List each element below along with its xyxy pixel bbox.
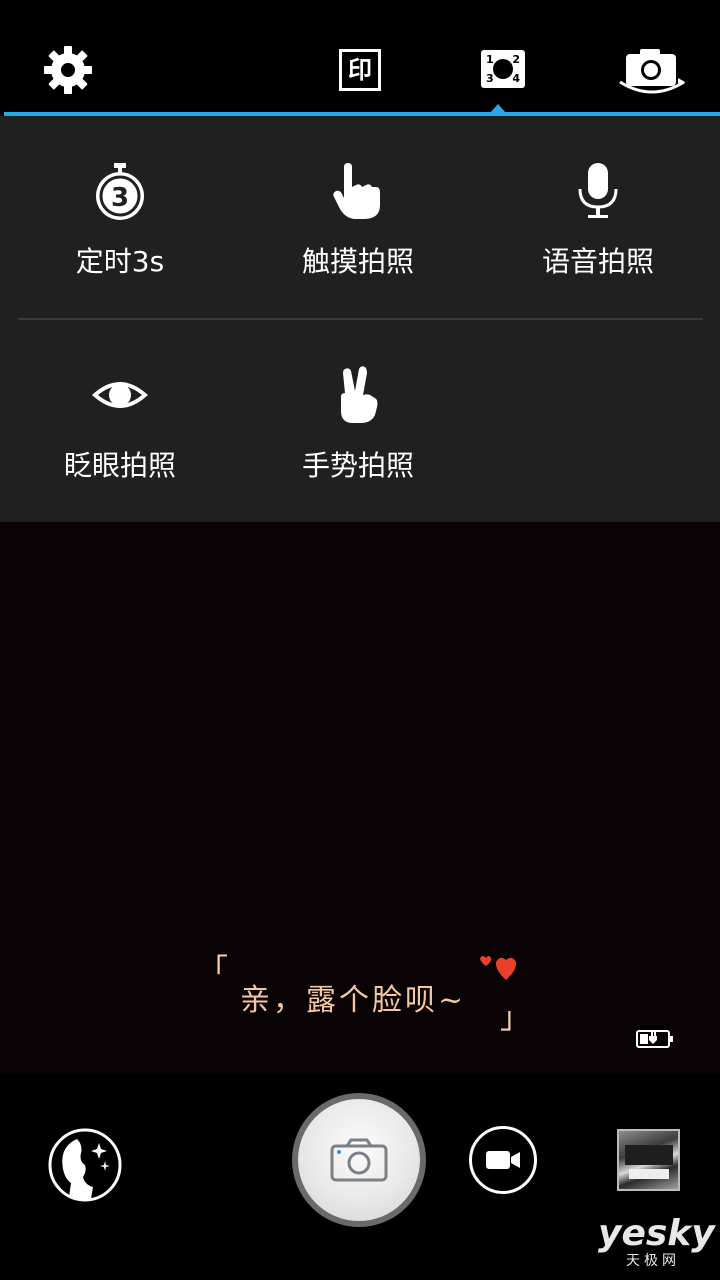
top-toolbar: 印 1 2 3 4 bbox=[0, 0, 720, 113]
heart-icon bbox=[480, 956, 517, 980]
timer-icon: 3 bbox=[96, 163, 144, 220]
switch-camera-button[interactable] bbox=[616, 42, 688, 98]
grid-number-4: 4 bbox=[512, 72, 520, 85]
touch-icon bbox=[333, 163, 380, 219]
watermark-main: yesky bbox=[598, 1213, 715, 1254]
mode-label-blink: 眨眼拍照 bbox=[63, 449, 176, 482]
eye-icon bbox=[92, 382, 148, 408]
mode-timer-3s[interactable]: 3 定时3s bbox=[20, 156, 220, 306]
microphone-icon-wrap bbox=[498, 156, 698, 226]
hint-bracket-right: 」 bbox=[500, 1001, 530, 1036]
grid-number-1: 1 bbox=[486, 53, 494, 66]
camera-switch-icon bbox=[619, 49, 685, 94]
microphone-icon bbox=[578, 163, 618, 218]
multi-shot-button[interactable]: 1 2 3 4 bbox=[478, 46, 528, 92]
victory-hand-icon-wrap bbox=[258, 360, 458, 430]
shutter-face bbox=[298, 1099, 420, 1221]
eye-icon-wrap bbox=[20, 360, 220, 430]
beauty-mode-button[interactable] bbox=[47, 1127, 123, 1203]
watermark-sub: 天极网 bbox=[626, 1253, 680, 1269]
hint-bracket-left: 「 bbox=[198, 953, 228, 988]
battery-charging-icon bbox=[636, 1030, 673, 1048]
mode-label-voice: 语音拍照 bbox=[541, 245, 654, 278]
mode-blink-shot[interactable]: 眨眼拍照 bbox=[20, 360, 220, 510]
mode-label-gesture: 手势拍照 bbox=[301, 449, 414, 482]
camera-icon bbox=[330, 1138, 388, 1182]
mode-divider bbox=[18, 318, 703, 320]
grid-number-2: 2 bbox=[512, 53, 520, 66]
mode-label-touch: 触摸拍照 bbox=[301, 245, 414, 278]
mode-voice-shot[interactable]: 语音拍照 bbox=[498, 156, 698, 306]
mode-label-timer: 定时3s bbox=[75, 245, 165, 278]
shutter-button[interactable] bbox=[292, 1093, 426, 1227]
victory-hand-icon bbox=[341, 366, 378, 423]
video-record-button[interactable] bbox=[469, 1126, 537, 1194]
gear-icon bbox=[44, 46, 92, 94]
watermark: yesky 天极网 bbox=[598, 1213, 715, 1270]
shooting-mode-panel: 3 定时3s 触摸拍照 语音拍照 眨眼拍照 手势拍照 bbox=[0, 116, 720, 522]
camera-screen: 印 1 2 3 4 3 定时3s 触摸拍照 语音拍照 眨眼拍照 手势拍照 「 」… bbox=[0, 0, 720, 1280]
grid-shot-icon: 1 2 3 4 bbox=[481, 50, 525, 88]
touch-icon-wrap bbox=[258, 156, 458, 226]
gallery-thumbnail[interactable] bbox=[617, 1129, 680, 1191]
beauty-face-icon bbox=[48, 1128, 122, 1202]
mode-touch-shot[interactable]: 触摸拍照 bbox=[258, 156, 458, 306]
timer-icon-wrap: 3 bbox=[20, 156, 220, 226]
print-icon-text: 印 bbox=[348, 56, 372, 84]
timer-icon-number: 3 bbox=[111, 183, 129, 213]
print-mode-button[interactable]: 印 bbox=[338, 49, 382, 91]
tab-indicator-caret bbox=[490, 104, 506, 113]
print-icon: 印 bbox=[339, 49, 381, 91]
video-camera-icon bbox=[486, 1151, 520, 1169]
settings-button[interactable] bbox=[40, 42, 96, 98]
face-hint-text: 亲，露个脸呗~ bbox=[240, 983, 467, 1018]
grid-number-3: 3 bbox=[486, 72, 494, 85]
mode-gesture-shot[interactable]: 手势拍照 bbox=[258, 360, 458, 510]
